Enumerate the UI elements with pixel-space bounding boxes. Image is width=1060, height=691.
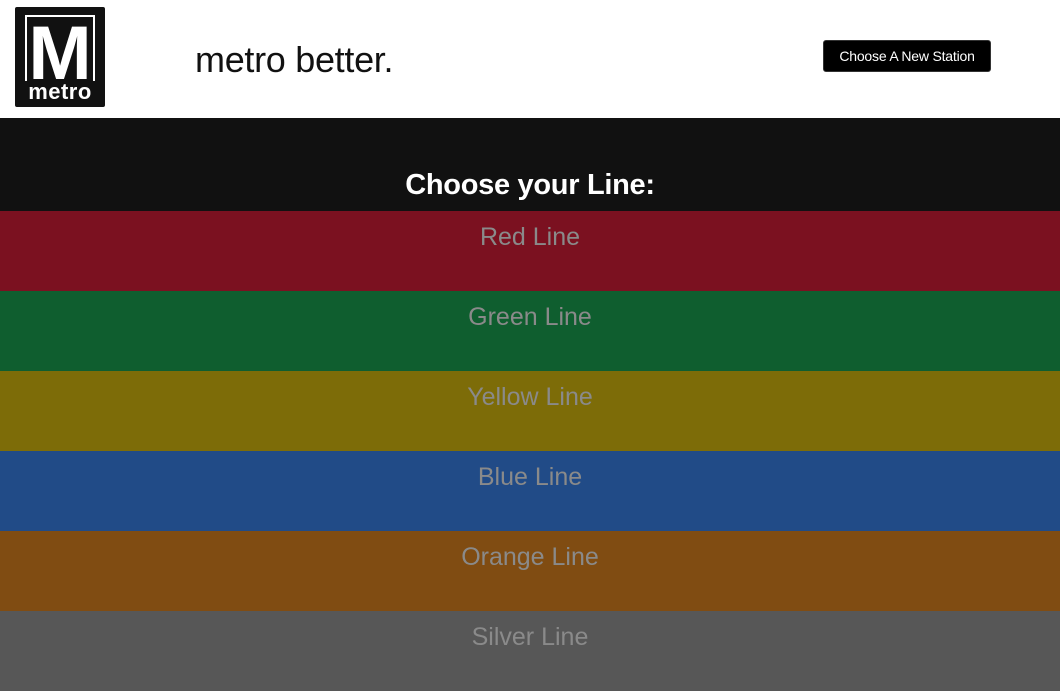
metro-logo[interactable]: M metro: [15, 7, 105, 107]
line-list: Red Line Green Line Yellow Line Blue Lin…: [0, 211, 1060, 691]
choose-line-heading: Choose your Line:: [405, 169, 655, 201]
line-orange[interactable]: Orange Line: [0, 531, 1060, 611]
line-yellow[interactable]: Yellow Line: [0, 371, 1060, 451]
metro-logo-word: metro: [28, 79, 92, 104]
line-blue[interactable]: Blue Line: [0, 451, 1060, 531]
header: M metro metro better. Choose A New Stati…: [0, 0, 1060, 118]
choose-new-station-button[interactable]: Choose A New Station: [823, 40, 991, 72]
tagline: metro better.: [195, 39, 394, 80]
line-red[interactable]: Red Line: [0, 211, 1060, 291]
line-silver[interactable]: Silver Line: [0, 611, 1060, 691]
line-green[interactable]: Green Line: [0, 291, 1060, 371]
metro-logo-letter: M: [25, 15, 95, 81]
